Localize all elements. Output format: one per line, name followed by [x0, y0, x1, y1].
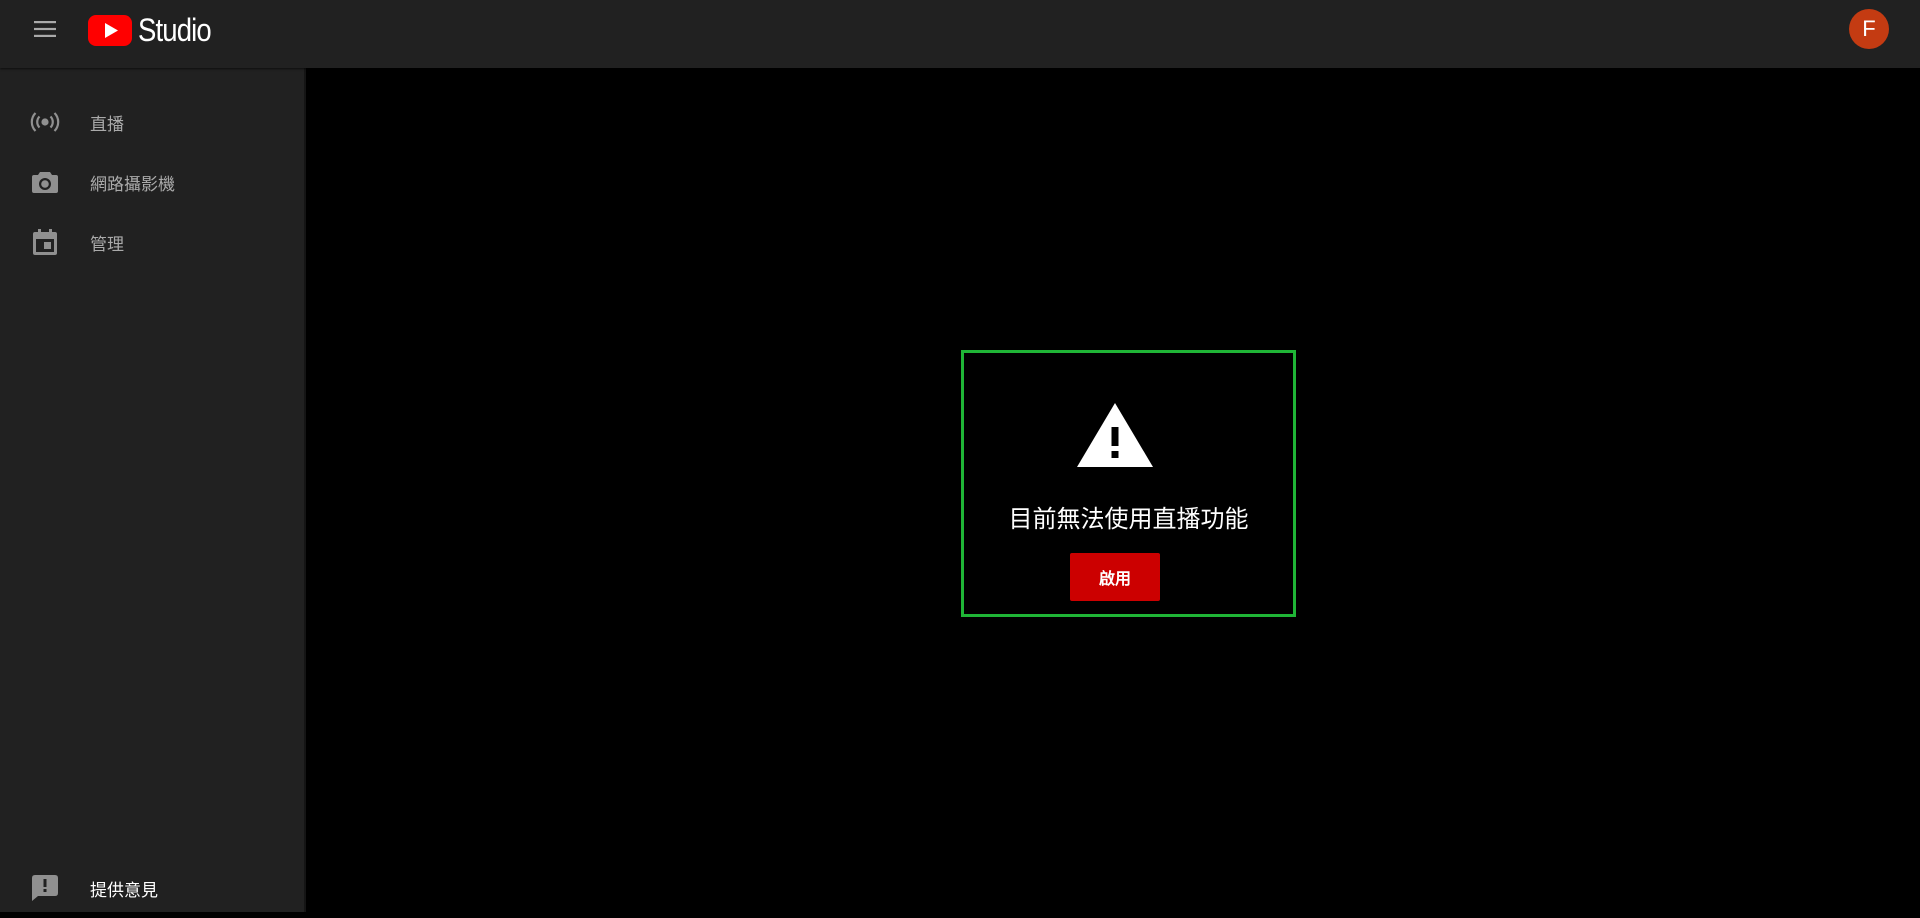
live-unavailable-notice: 目前無法使用直播功能 啟用	[961, 350, 1296, 617]
live-broadcast-icon	[28, 105, 62, 139]
warning-icon	[1077, 403, 1153, 467]
sidebar-item-feedback[interactable]: 提供意見	[0, 858, 304, 918]
hamburger-menu-icon	[34, 21, 56, 37]
avatar-letter: F	[1862, 16, 1876, 41]
sidebar-item-webcam[interactable]: 網路攝影機	[0, 152, 304, 212]
sidebar-item-live[interactable]: 直播	[0, 92, 304, 152]
sidebar-item-manage[interactable]: 管理	[0, 212, 304, 272]
logo-text: Studio	[138, 11, 212, 48]
sidebar: 直播 網路攝影機 管理 提供意見	[0, 68, 306, 912]
calendar-icon	[28, 225, 62, 259]
sidebar-item-label: 直播	[90, 114, 124, 135]
sidebar-item-label: 管理	[90, 234, 124, 255]
enable-button[interactable]: 啟用	[1070, 553, 1160, 601]
notice-message: 目前無法使用直播功能	[1008, 505, 1249, 533]
account-avatar[interactable]: F	[1849, 9, 1889, 49]
youtube-studio-logo[interactable]: Studio	[88, 10, 223, 50]
menu-button[interactable]	[24, 8, 66, 50]
sidebar-item-label: 網路攝影機	[90, 174, 175, 195]
feedback-icon	[28, 871, 62, 905]
top-app-bar: Studio F	[0, 0, 1920, 68]
youtube-play-logo-icon	[88, 14, 132, 46]
sidebar-item-label: 提供意見	[90, 880, 158, 901]
camera-icon	[28, 165, 62, 199]
